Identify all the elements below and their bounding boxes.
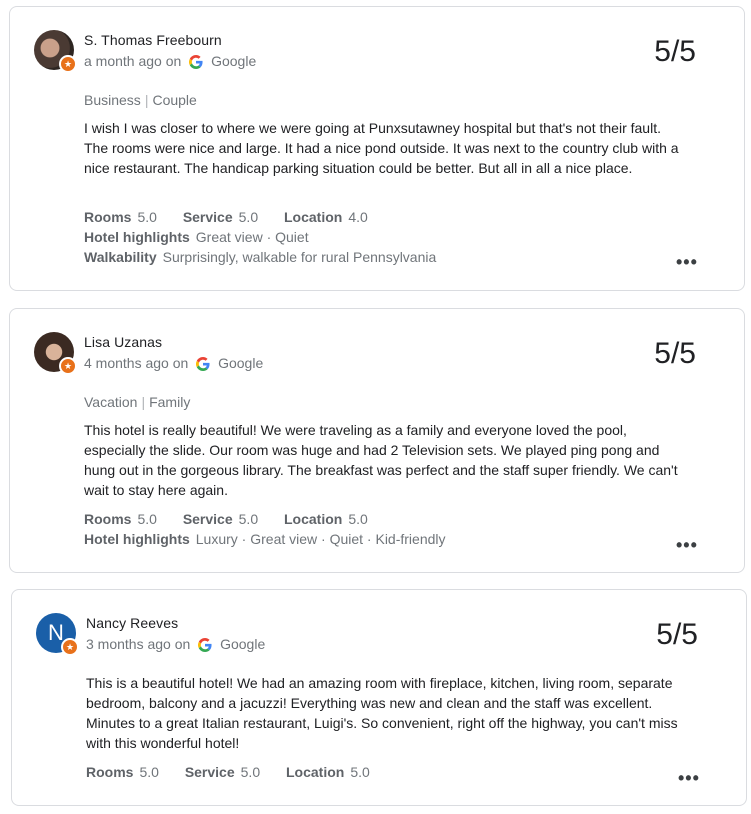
rating-label: Location xyxy=(284,209,343,225)
review-text: I wish I was closer to where we were goi… xyxy=(84,120,679,176)
trip-type: Business xyxy=(84,92,141,108)
walkability-value: Surprisingly, walkable for rural Pennsyl… xyxy=(162,249,437,265)
google-g-icon xyxy=(196,357,210,371)
highlights-label: Hotel highlights xyxy=(84,531,190,547)
local-guide-badge-icon: ★ xyxy=(59,55,77,73)
trip-companions: Couple xyxy=(152,92,197,108)
review-card: N ★ Nancy Reeves 3 months ago on Google … xyxy=(11,589,747,806)
reviewer-name[interactable]: S. Thomas Freebourn xyxy=(84,32,222,48)
rating-value: 5.0 xyxy=(137,511,157,527)
review-on: on xyxy=(174,636,191,652)
highlights-value: Luxury · Great view · Quiet · Kid-friend… xyxy=(195,531,446,547)
review-score: 5/5 xyxy=(656,618,698,651)
review-time: 3 months ago xyxy=(86,636,171,652)
trip-tags: Business | Couple xyxy=(84,92,197,108)
trip-companions: Family xyxy=(149,394,191,410)
aspect-ratings-row: Rooms 5.0 Service 5.0 Location 5.0 xyxy=(86,762,392,782)
review-score: 5/5 xyxy=(654,337,696,370)
rating-value: 5.0 xyxy=(238,209,259,225)
review-ratings: Rooms 5.0 Service 5.0 Location 5.0 Hotel hi… xyxy=(84,509,468,549)
highlights-label: Hotel highlights xyxy=(84,229,190,245)
local-guide-badge-icon: ★ xyxy=(59,357,77,375)
review-card: ★ Lisa Uzanas 4 months ago on Google 5/5… xyxy=(9,308,745,573)
review-time: 4 months ago xyxy=(84,355,169,371)
rating-label: Rooms xyxy=(84,511,132,527)
local-guide-badge-icon: ★ xyxy=(61,638,79,656)
rating-label: Service xyxy=(182,511,233,527)
review-on: on xyxy=(172,355,189,371)
highlights-value: Great view · Quiet xyxy=(195,229,309,245)
more-options-icon[interactable]: ••• xyxy=(676,253,697,273)
rating-label: Rooms xyxy=(84,209,132,225)
aspect-ratings-row: Rooms 5.0 Service 5.0 Location 4.0 xyxy=(84,207,458,227)
review-source: Google xyxy=(218,355,264,371)
avatar[interactable]: N ★ xyxy=(36,613,79,656)
google-g-icon xyxy=(198,638,212,652)
review-card: ★ S. Thomas Freebourn a month ago on Goo… xyxy=(9,6,745,291)
review-text: This is a beautiful hotel! We had an ama… xyxy=(86,675,678,751)
highlights-row: Hotel highlights Luxury · Great view · Qu… xyxy=(84,529,468,549)
rating-label: Location xyxy=(284,511,343,527)
review-ratings: Rooms 5.0 Service 5.0 Location 5.0 xyxy=(86,762,392,782)
tag-separator: | xyxy=(144,92,149,108)
rating-value: 5.0 xyxy=(137,209,157,225)
google-g-icon xyxy=(189,55,203,69)
walkability-label: Walkability xyxy=(84,249,157,265)
rating-value: 5.0 xyxy=(350,764,370,780)
review-meta: 4 months ago on Google xyxy=(84,355,263,371)
reviewer-name[interactable]: Nancy Reeves xyxy=(86,615,178,631)
avatar[interactable]: ★ xyxy=(34,332,77,375)
review-time: a month ago xyxy=(84,53,162,69)
review-source: Google xyxy=(220,636,266,652)
review-text: This hotel is really beautiful! We were … xyxy=(84,422,678,498)
review-on: on xyxy=(165,53,182,69)
rating-label: Rooms xyxy=(86,764,134,780)
more-options-icon[interactable]: ••• xyxy=(678,769,699,789)
avatar[interactable]: ★ xyxy=(34,30,77,73)
rating-label: Service xyxy=(182,209,233,225)
more-options-icon[interactable]: ••• xyxy=(676,536,697,556)
rating-label: Service xyxy=(184,764,235,780)
rating-value: 5.0 xyxy=(139,764,159,780)
review-meta: 3 months ago on Google xyxy=(86,636,265,652)
review-ratings: Rooms 5.0 Service 5.0 Location 4.0 Hotel hi… xyxy=(84,207,458,267)
rating-value: 4.0 xyxy=(348,209,368,225)
trip-tags: Vacation | Family xyxy=(84,394,190,410)
review-meta: a month ago on Google xyxy=(84,53,256,69)
trip-type: Vacation xyxy=(84,394,138,410)
tag-separator: | xyxy=(141,394,146,410)
rating-label: Location xyxy=(286,764,345,780)
rating-value: 5.0 xyxy=(238,511,259,527)
rating-value: 5.0 xyxy=(240,764,261,780)
rating-value: 5.0 xyxy=(348,511,368,527)
aspect-ratings-row: Rooms 5.0 Service 5.0 Location 5.0 xyxy=(84,509,468,529)
review-score: 5/5 xyxy=(654,35,696,68)
highlights-row: Hotel highlights Great view · Quiet xyxy=(84,227,458,247)
review-source: Google xyxy=(211,53,257,69)
reviewer-name[interactable]: Lisa Uzanas xyxy=(84,334,162,350)
walkability-row: Walkability Surprisingly, walkable for ru… xyxy=(84,247,458,267)
